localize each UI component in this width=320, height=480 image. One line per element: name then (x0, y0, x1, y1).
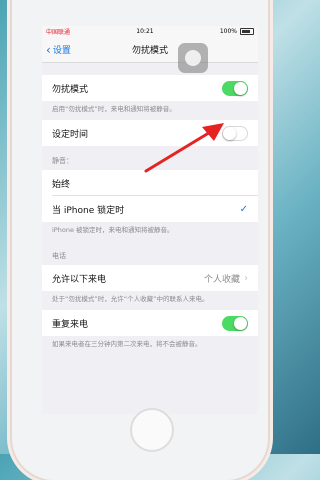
scheduled-toggle[interactable] (222, 125, 248, 141)
silence-footer: iPhone 被锁定时，来电和通知将被静音。 (52, 226, 174, 234)
silence-always-label: 始终 (52, 179, 71, 190)
dnd-label: 勿扰模式 (52, 84, 89, 95)
repeated-calls-toggle[interactable] (222, 315, 248, 331)
allow-calls-value: 个人收藏 (203, 274, 240, 285)
phone-header: 电话 (52, 252, 66, 260)
allow-calls-label: 允许以下来电 (52, 274, 107, 285)
allow-calls-footer: 处于“勿扰模式”时，允许“个人收藏”中的联系人来电。 (52, 295, 209, 303)
scheduled-row: 设定时间 (42, 120, 258, 146)
allow-calls-row[interactable]: 允许以下来电 个人收藏 › (42, 265, 258, 291)
status-bar: 中国联通 10:21 100% (42, 26, 258, 37)
carrier-label: 中国联通 (46, 29, 71, 36)
silence-locked-row[interactable]: 当 iPhone 锁定时 ✓ (42, 196, 258, 222)
clock: 10:21 (136, 28, 154, 35)
page-title: 勿扰模式 (131, 46, 168, 56)
dnd-toggle[interactable] (222, 80, 248, 96)
chevron-right-icon: › (244, 272, 248, 284)
navigation-bar: ‹ 设置 勿扰模式 (42, 37, 258, 73)
back-label: 设置 (52, 46, 71, 56)
back-button[interactable]: ‹ 设置 (46, 42, 71, 57)
silence-always-row[interactable]: 始终 (42, 170, 258, 196)
battery-percent: 100% (219, 28, 237, 35)
silence-locked-label: 当 iPhone 锁定时 (52, 205, 125, 216)
repeated-calls-label: 重复来电 (52, 319, 89, 330)
battery-icon (240, 28, 254, 35)
screen: 中国联通 10:21 100% ‹ 设置 勿扰模式 勿扰模式 启用“勿扰模式”时… (42, 26, 258, 414)
home-button[interactable] (130, 408, 174, 452)
silence-header: 静音： (52, 157, 73, 165)
dnd-footer: 启用“勿扰模式”时，来电和通知将被静音。 (52, 105, 176, 113)
chevron-left-icon: ‹ (46, 42, 51, 57)
repeated-calls-footer: 如果来电者在三分钟内第二次来电，将不会被静音。 (52, 340, 202, 348)
dnd-row: 勿扰模式 (42, 75, 258, 101)
repeated-calls-row: 重复来电 (42, 310, 258, 336)
scheduled-label: 设定时间 (52, 129, 89, 140)
phone-frame: 中国联通 10:21 100% ‹ 设置 勿扰模式 勿扰模式 启用“勿扰模式”时… (12, 0, 268, 480)
assistive-touch-icon[interactable] (178, 43, 208, 73)
checkmark-icon: ✓ (239, 203, 248, 215)
